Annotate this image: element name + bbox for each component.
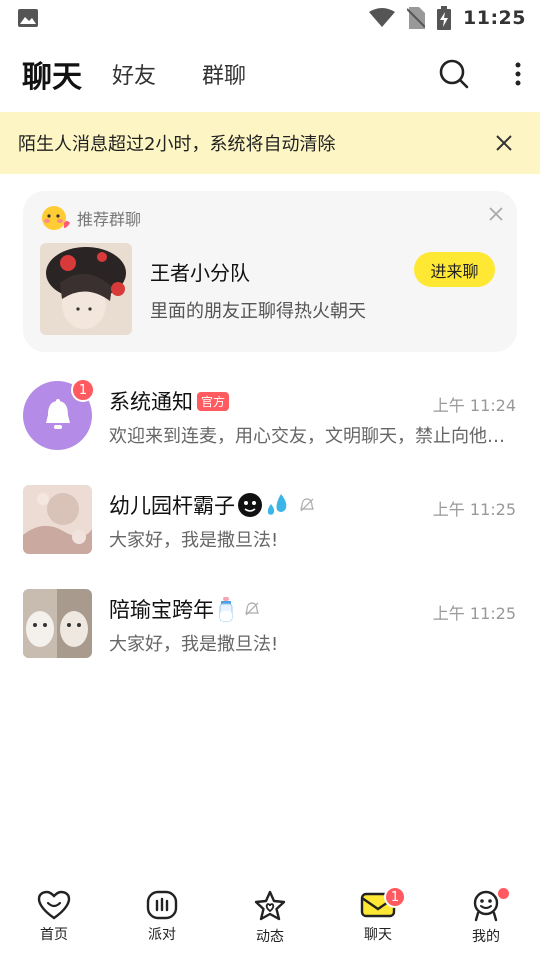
bottom-nav-label: 派对 xyxy=(148,927,176,943)
image-notification-icon xyxy=(18,9,38,27)
unread-badge: 1 xyxy=(71,378,95,402)
bottom-nav: 首页 派对 动态 1 聊天 我的 xyxy=(0,880,540,960)
search-icon xyxy=(439,59,469,89)
join-group-button[interactable]: 进来聊 xyxy=(414,252,495,287)
chat-name: 系统通知 xyxy=(109,390,193,414)
recommend-close-icon[interactable] xyxy=(489,207,503,221)
chat-preview: 欢迎来到连麦，用心交友，文明聊天，禁止向他人索要联系方式 xyxy=(109,426,509,447)
chat-name: 幼儿园杆霸子 xyxy=(109,494,235,518)
black-face-emoji-icon xyxy=(237,492,263,518)
chat-time: 上午 11:25 xyxy=(432,500,516,519)
bottom-nav-label: 我的 xyxy=(472,929,500,945)
chat-preview: 大家好，我是撒旦法! xyxy=(109,634,279,655)
official-tag: 官方 xyxy=(197,391,230,411)
bottom-nav-label: 首页 xyxy=(40,927,68,943)
tab-chat[interactable]: 聊天 xyxy=(22,52,82,96)
chat-preview: 大家好，我是撒旦法! xyxy=(109,530,279,551)
battery-charging-icon xyxy=(437,6,452,30)
recommend-header-label: 推荐群聊 xyxy=(77,210,142,229)
recommend-group-card[interactable]: 推荐群聊 王者小分队 里面的朋友正聊得热火朝天 进来聊 xyxy=(23,191,517,352)
recommend-header: 推荐群聊 xyxy=(39,203,141,233)
chat-name: 陪瑜宝跨年 xyxy=(109,598,214,622)
bell-icon xyxy=(45,398,70,429)
more-button[interactable] xyxy=(514,62,522,86)
wifi-icon xyxy=(369,8,396,27)
chat-time: 上午 11:25 xyxy=(432,604,516,623)
blushing-emoji-icon xyxy=(42,206,70,230)
chat-item-system[interactable]: 1 系统通知 官方 上午 11:24 欢迎来到连麦，用心交友，文明聊天，禁止向他… xyxy=(0,366,540,466)
chat-item-user[interactable]: 幼儿园杆霸子 上午 11:25 大家好，我是撒旦法! xyxy=(0,470,540,570)
heart-icon xyxy=(37,890,71,920)
sweat-drops-emoji-icon xyxy=(265,492,291,518)
mute-bell-icon xyxy=(244,601,260,617)
party-icon xyxy=(146,890,178,920)
baby-bottle-emoji-icon xyxy=(216,596,236,622)
star-icon xyxy=(254,890,286,921)
stranger-message-notice: 陌生人消息超过2小时，系统将自动清除 xyxy=(0,112,540,174)
close-icon[interactable] xyxy=(496,135,512,151)
tab-group-chat[interactable]: 群聊 xyxy=(202,58,246,90)
user-avatar xyxy=(23,485,92,554)
bottom-nav-label: 聊天 xyxy=(364,927,392,943)
status-time: 11:25 xyxy=(463,7,526,29)
top-nav: 聊天 好友 群聊 xyxy=(0,36,540,112)
chat-item-user[interactable]: 陪瑜宝跨年 上午 11:25 大家好，我是撒旦法! xyxy=(0,574,540,674)
bottom-nav-home[interactable]: 首页 xyxy=(0,880,108,944)
no-sim-icon xyxy=(407,7,426,29)
user-avatar xyxy=(23,589,92,658)
group-avatar xyxy=(40,243,132,335)
chat-unread-badge: 1 xyxy=(384,886,406,908)
group-description: 里面的朋友正聊得热火朝天 xyxy=(150,301,366,322)
bottom-nav-party[interactable]: 派对 xyxy=(108,880,216,944)
bottom-nav-moments[interactable]: 动态 xyxy=(216,880,324,946)
chat-time: 上午 11:24 xyxy=(432,396,516,415)
more-vertical-icon xyxy=(515,62,521,86)
profile-notification-dot xyxy=(498,888,509,899)
notice-text: 陌生人消息超过2小时，系统将自动清除 xyxy=(18,134,336,155)
status-bar: 11:25 xyxy=(0,0,540,36)
tab-friends[interactable]: 好友 xyxy=(112,58,156,90)
bottom-nav-profile[interactable]: 我的 xyxy=(432,880,540,946)
group-name: 王者小分队 xyxy=(150,261,250,285)
search-button[interactable] xyxy=(438,58,470,90)
bottom-nav-label: 动态 xyxy=(256,929,284,945)
mute-bell-icon xyxy=(299,497,315,513)
bottom-nav-chat[interactable]: 1 聊天 xyxy=(324,880,432,944)
